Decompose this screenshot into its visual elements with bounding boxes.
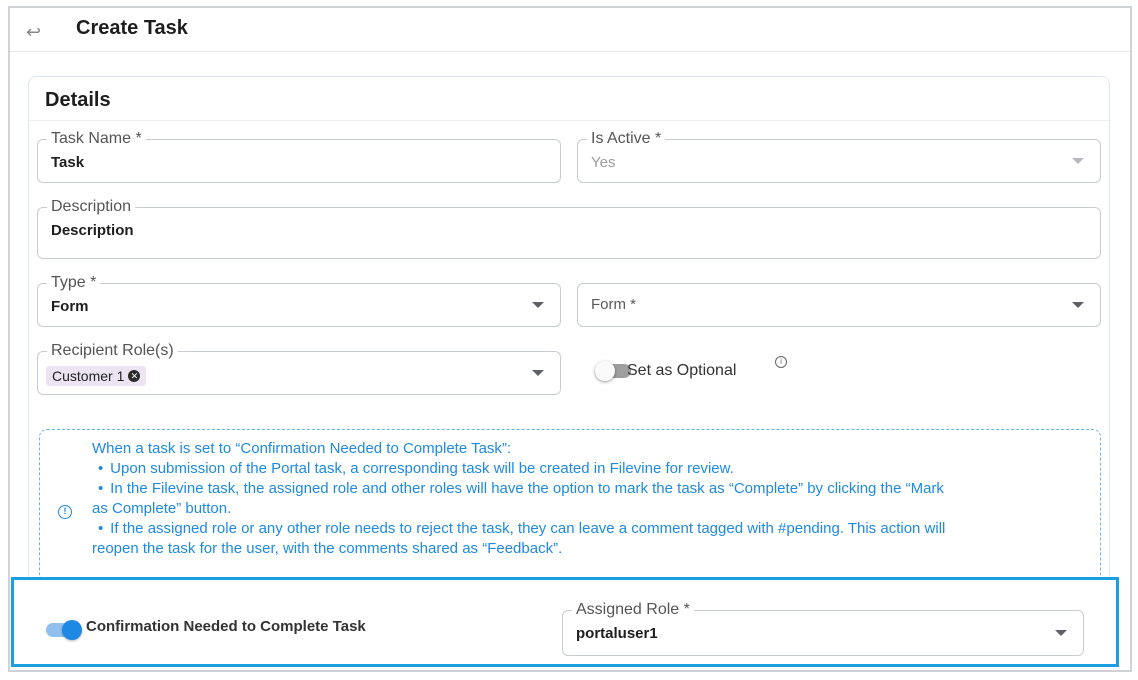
details-title: Details bbox=[45, 89, 111, 111]
create-task-panel: ↩ Create Task Details Task Name * Task I… bbox=[8, 6, 1132, 672]
back-arrow-icon[interactable]: ↩ bbox=[26, 22, 46, 42]
description-label: Description bbox=[47, 198, 136, 216]
role-chip[interactable]: Customer 1 ✕ bbox=[46, 366, 147, 386]
role-chip-label: Customer 1 bbox=[52, 368, 125, 384]
type-select[interactable]: Type * Form bbox=[37, 274, 561, 327]
chevron-down-icon bbox=[532, 302, 544, 308]
toggle-knob bbox=[595, 361, 615, 381]
type-label: Type * bbox=[47, 274, 101, 292]
close-circle-icon[interactable]: ✕ bbox=[128, 370, 141, 382]
assigned-role-select[interactable]: Assigned Role * portaluser1 bbox=[562, 601, 1084, 656]
info-continuation: as Complete” button. bbox=[92, 500, 232, 517]
chevron-down-icon bbox=[1072, 302, 1084, 308]
description-field[interactable]: Description Description bbox=[37, 198, 1101, 259]
assigned-role-value: portaluser1 bbox=[576, 625, 658, 642]
type-value: Form bbox=[51, 298, 89, 315]
page-title: Create Task bbox=[76, 17, 188, 39]
task-name-label: Task Name * bbox=[47, 130, 146, 148]
info-icon[interactable]: i bbox=[775, 356, 787, 368]
confirmation-section: Confirmation Needed to Complete Task Ass… bbox=[11, 577, 1119, 667]
is-active-value: Yes bbox=[591, 154, 616, 171]
confirmation-label: Confirmation Needed to Complete Task bbox=[86, 618, 366, 635]
info-bullet: • If the assigned role or any other role… bbox=[98, 520, 946, 537]
toggle-knob bbox=[62, 620, 82, 640]
details-card-header: Details bbox=[29, 77, 1109, 121]
assigned-role-label: Assigned Role * bbox=[572, 601, 694, 619]
description-value: Description bbox=[51, 222, 134, 239]
info-continuation: reopen the task for the user, with the c… bbox=[92, 540, 563, 557]
info-bullet: • In the Filevine task, the assigned rol… bbox=[98, 480, 944, 497]
confirmation-info-box: ! When a task is set to “Confirmation Ne… bbox=[39, 429, 1101, 581]
is-active-select[interactable]: Is Active * Yes bbox=[577, 130, 1101, 183]
set-optional-label: Set as Optional bbox=[627, 362, 737, 379]
info-intro: When a task is set to “Confirmation Need… bbox=[92, 440, 512, 457]
chevron-down-icon bbox=[1055, 630, 1067, 636]
task-name-value: Task bbox=[51, 154, 85, 171]
chevron-down-icon bbox=[1072, 158, 1084, 164]
task-name-field[interactable]: Task Name * Task bbox=[37, 130, 561, 183]
form-placeholder: Form * bbox=[591, 296, 636, 313]
form-select[interactable]: Form * bbox=[577, 283, 1101, 327]
recipient-roles-select[interactable]: Recipient Role(s) Customer 1 ✕ bbox=[37, 342, 561, 395]
chevron-down-icon bbox=[532, 370, 544, 376]
details-card: Details Task Name * Task Is Active * Yes… bbox=[28, 76, 1110, 588]
info-icon: ! bbox=[58, 505, 72, 519]
is-active-label: Is Active * bbox=[587, 130, 666, 148]
recipient-roles-label: Recipient Role(s) bbox=[47, 342, 178, 360]
info-text: When a task is set to “Confirmation Need… bbox=[92, 439, 1092, 559]
confirmation-toggle[interactable] bbox=[46, 620, 82, 640]
page-header: ↩ Create Task bbox=[10, 8, 1130, 52]
info-bullet: • Upon submission of the Portal task, a … bbox=[98, 460, 734, 477]
set-optional-toggle[interactable] bbox=[595, 361, 631, 381]
